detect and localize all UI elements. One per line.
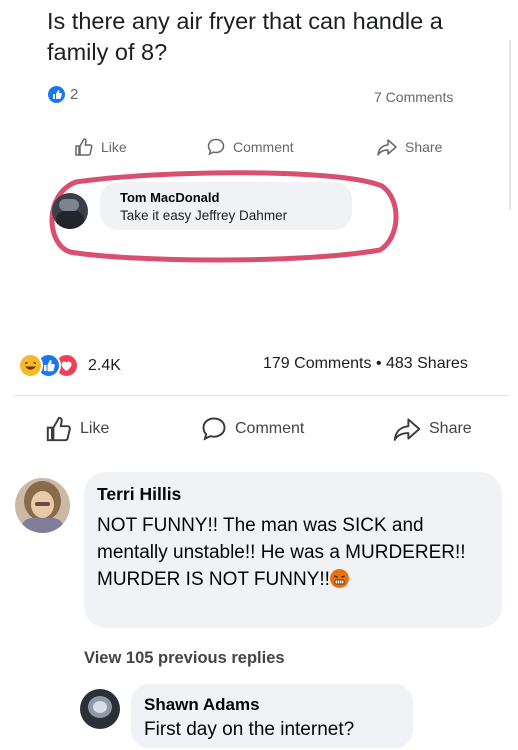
comment-bubble: Terri Hillis NOT FUNNY!! The man was SIC… (84, 472, 502, 628)
comment-label: Comment (235, 420, 305, 437)
comment-label: Comment (233, 139, 294, 155)
comment-bubble: Shawn Adams First day on the internet? (131, 684, 413, 748)
post-title: Is there any air fryer that can handle a… (47, 8, 443, 65)
reaction-count: 2.4K (88, 356, 121, 374)
post-stats[interactable]: 179 Comments • 483 Shares (263, 355, 468, 373)
share-label: Share (429, 420, 472, 437)
like-label: Like (80, 420, 110, 437)
comment-text: Take it easy Jeffrey Dahmer (120, 208, 288, 223)
view-previous-replies[interactable]: View 105 previous replies (84, 649, 285, 668)
like-count-text: 2 (70, 86, 79, 103)
comment-button[interactable]: Comment (206, 137, 294, 157)
comment-button[interactable]: Comment (200, 415, 304, 443)
like-button[interactable]: Like (45, 415, 109, 443)
reaction-summary[interactable]: 2.4K (18, 353, 121, 378)
avatar[interactable] (15, 478, 70, 533)
comment-icon (207, 138, 225, 156)
avatar[interactable] (52, 193, 88, 229)
share-button[interactable]: Share (392, 415, 472, 443)
share-label: Share (405, 139, 443, 155)
comment-text: NOT FUNNY!! The man was SICK and mentall… (97, 515, 466, 590)
comment-text-block: NOT FUNNY!! The man was SICK and mentall… (97, 512, 493, 593)
comments-count[interactable]: 7 Comments (374, 89, 453, 105)
like-count[interactable]: 2 (48, 86, 78, 103)
share-icon (393, 418, 421, 441)
angry-face-icon (329, 569, 349, 588)
like-reaction-icon (48, 86, 65, 103)
thumbs-up-icon (46, 416, 71, 442)
comment-icon (202, 417, 226, 441)
commenter-name[interactable]: Shawn Adams (144, 695, 260, 715)
avatar[interactable] (80, 689, 120, 729)
like-label: Like (101, 139, 127, 155)
haha-reaction-icon (18, 353, 43, 378)
share-button[interactable]: Share (376, 137, 442, 157)
commenter-name[interactable]: Terri Hillis (97, 484, 181, 505)
share-icon (377, 139, 397, 156)
comment-text: First day on the internet? (144, 719, 355, 740)
scrollbar[interactable] (509, 40, 511, 210)
thumbs-up-icon (75, 138, 93, 156)
like-button[interactable]: Like (74, 137, 127, 157)
commenter-name[interactable]: Tom MacDonald (120, 190, 219, 205)
comment-bubble: Tom MacDonald Take it easy Jeffrey Dahme… (100, 182, 352, 230)
